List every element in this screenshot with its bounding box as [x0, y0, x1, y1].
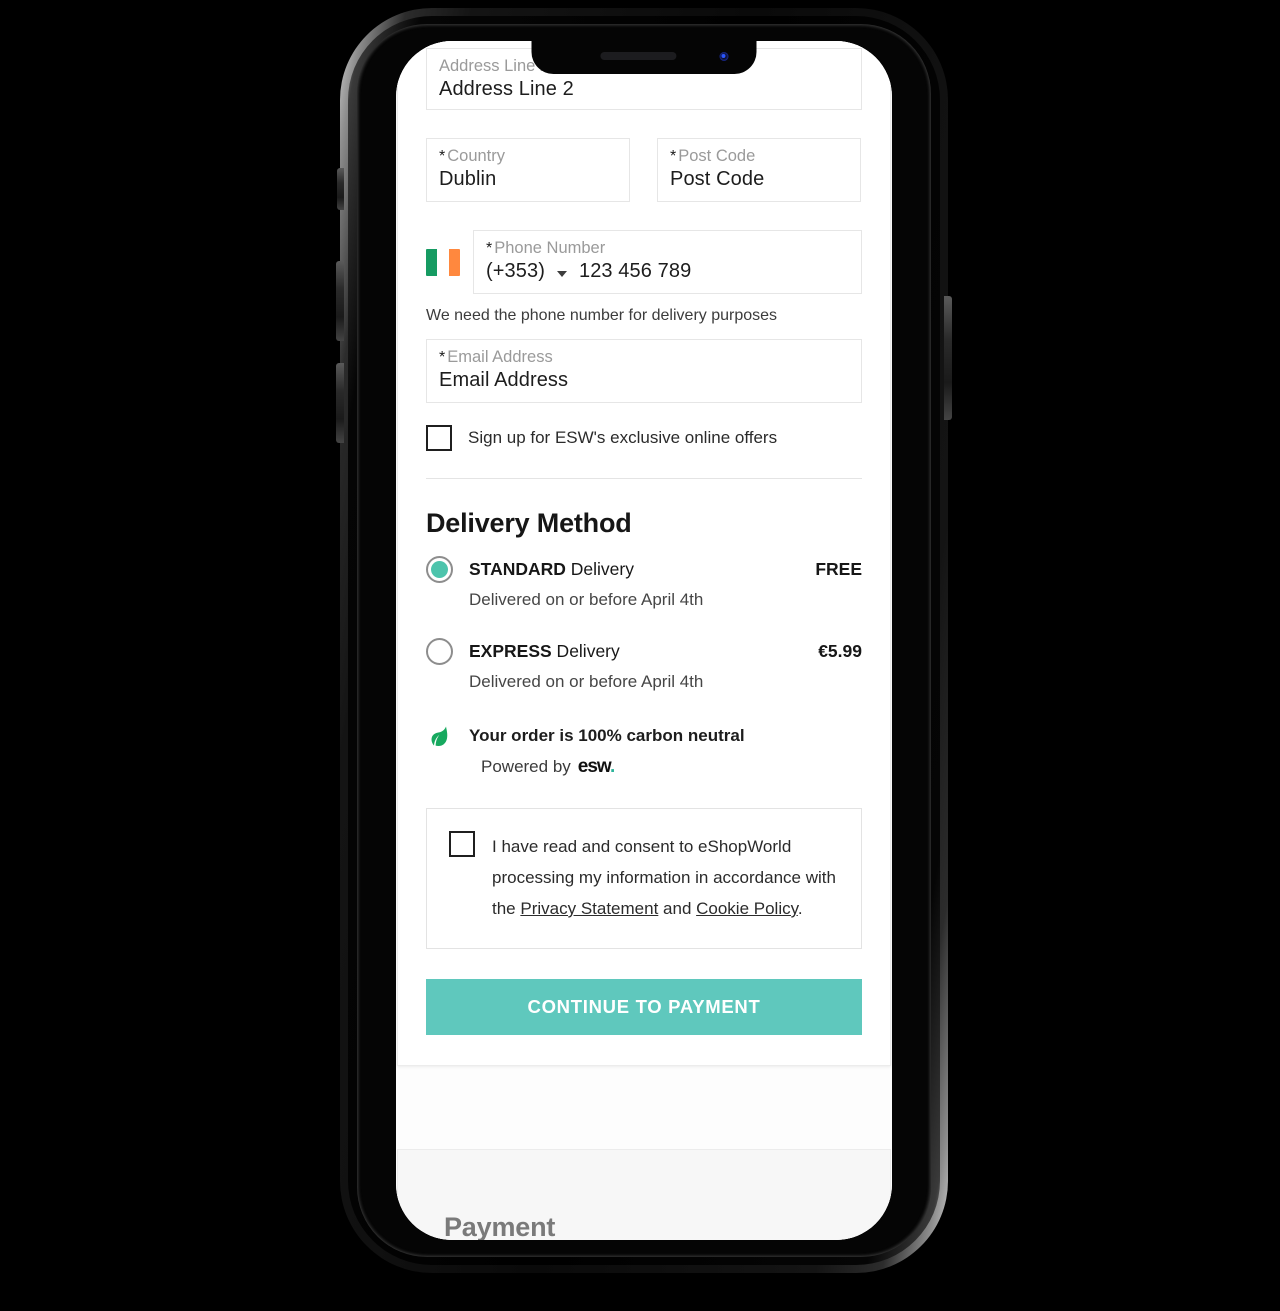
delivery-standard-name-bold: STANDARD [469, 559, 566, 579]
consent-text: I have read and consent to eShopWorld pr… [492, 831, 837, 924]
speaker-grille-icon [599, 52, 676, 60]
post-code-required-star: * [670, 148, 677, 165]
delivery-option-standard[interactable]: STANDARD Delivery FREE Delivered on or b… [426, 556, 862, 610]
phone-number-label-text: Phone Number [494, 239, 606, 257]
country-label-text: Country [447, 147, 506, 165]
delivery-option-express-head: EXPRESS Delivery €5.99 [426, 638, 862, 665]
phone-number-field[interactable]: * Phone Number (+353) 123 456 789 [473, 230, 862, 294]
payment-section-card[interactable]: Payment [397, 1149, 891, 1240]
phone-number-value: 123 456 789 [578, 260, 692, 282]
delivery-standard-name-rest: Delivery [565, 559, 634, 579]
carbon-neutral-row: Your order is 100% carbon neutral [426, 723, 862, 749]
email-address-label-text: Email Address [447, 348, 553, 366]
checkout-page: Address Line 2 Address Line 2 * Country … [396, 41, 892, 1240]
power-button[interactable] [944, 296, 952, 420]
volume-down-button[interactable] [336, 363, 344, 443]
phone-number-label: * Phone Number [486, 238, 849, 258]
phone-help-text: We need the phone number for delivery pu… [426, 307, 778, 324]
continue-to-payment-button[interactable]: CONTINUE TO PAYMENT [426, 979, 862, 1035]
delivery-details-card: Address Line 2 Address Line 2 * Country … [397, 41, 891, 1066]
phone-screen: Address Line 2 Address Line 2 * Country … [396, 41, 892, 1240]
post-code-label: * Post Code [670, 146, 848, 166]
consent-text-part3: . [797, 899, 803, 918]
volume-up-button[interactable] [336, 261, 344, 341]
phone-dial-code[interactable]: (+353) [486, 258, 545, 284]
country-postcode-row: * Country Dublin * Post Code Post Code [426, 138, 862, 202]
cookie-policy-link[interactable]: Cookie Policy [696, 899, 798, 918]
email-address-field[interactable]: * Email Address Email Address [426, 339, 862, 403]
phone-value-row: (+353) 123 456 789 [486, 258, 849, 284]
delivery-option-standard-name: STANDARD Delivery [469, 559, 815, 580]
country-value: Dublin [439, 168, 497, 190]
country-required-star: * [439, 148, 446, 165]
post-code-label-text: Post Code [678, 147, 756, 165]
radio-express-delivery[interactable] [426, 638, 453, 665]
powered-by-label: Powered by [481, 757, 571, 776]
newsletter-label: Sign up for ESW's exclusive online offer… [468, 428, 778, 447]
silent-switch-button[interactable] [337, 168, 344, 210]
delivery-option-express-name: EXPRESS Delivery [469, 641, 818, 662]
delivery-method-title: Delivery Method [426, 508, 632, 538]
post-code-field[interactable]: * Post Code Post Code [657, 138, 861, 202]
privacy-statement-link[interactable]: Privacy Statement [520, 899, 658, 918]
powered-by-row: Powered by esw. [481, 756, 862, 778]
phone-required-star: * [486, 240, 493, 257]
flag-stripe-green [426, 248, 438, 276]
delivery-option-express[interactable]: EXPRESS Delivery €5.99 Delivered on or b… [426, 638, 862, 692]
payment-section-title: Payment [444, 1212, 556, 1240]
esw-logo-text: esw [577, 756, 611, 777]
esw-logo: esw. [577, 756, 616, 778]
leaf-icon [431, 726, 448, 746]
newsletter-checkbox[interactable] [426, 425, 452, 451]
email-address-value: Email Address [439, 369, 569, 391]
radio-standard-delivery[interactable] [426, 556, 453, 583]
phone-device-frame: Address Line 2 Address Line 2 * Country … [336, 8, 952, 1273]
ireland-flag-icon [426, 248, 460, 276]
post-code-value: Post Code [670, 168, 765, 190]
email-required-star: * [439, 349, 446, 366]
section-divider [426, 478, 862, 479]
front-camera-icon [719, 52, 729, 61]
flag-stripe-white [437, 248, 449, 276]
delivery-express-name-bold: EXPRESS [469, 641, 552, 661]
delivery-express-eta: Delivered on or before April 4th [469, 672, 704, 691]
consent-checkbox[interactable] [449, 831, 475, 857]
newsletter-signup-row[interactable]: Sign up for ESW's exclusive online offer… [426, 425, 862, 451]
delivery-standard-eta: Delivered on or before April 4th [469, 590, 704, 609]
carbon-neutral-text: Your order is 100% carbon neutral [469, 726, 745, 745]
address-line-2-value: Address Line 2 [439, 78, 574, 100]
delivery-option-standard-head: STANDARD Delivery FREE [426, 556, 862, 583]
phone-notch [531, 41, 757, 74]
country-field[interactable]: * Country Dublin [426, 138, 630, 202]
delivery-express-name-rest: Delivery [551, 641, 620, 661]
email-address-label: * Email Address [439, 347, 849, 367]
chevron-down-icon[interactable] [556, 270, 567, 277]
phone-number-row: * Phone Number (+353) 123 456 789 [426, 230, 862, 294]
carbon-neutral-block: Your order is 100% carbon neutral Powere… [426, 723, 862, 778]
consent-text-part2: and [658, 899, 697, 918]
flag-stripe-orange [448, 248, 460, 276]
esw-logo-dot: . [610, 756, 615, 777]
delivery-standard-price: FREE [815, 559, 862, 579]
consent-box: I have read and consent to eShopWorld pr… [426, 808, 862, 949]
delivery-express-price: €5.99 [818, 641, 862, 661]
country-label: * Country [439, 146, 617, 166]
